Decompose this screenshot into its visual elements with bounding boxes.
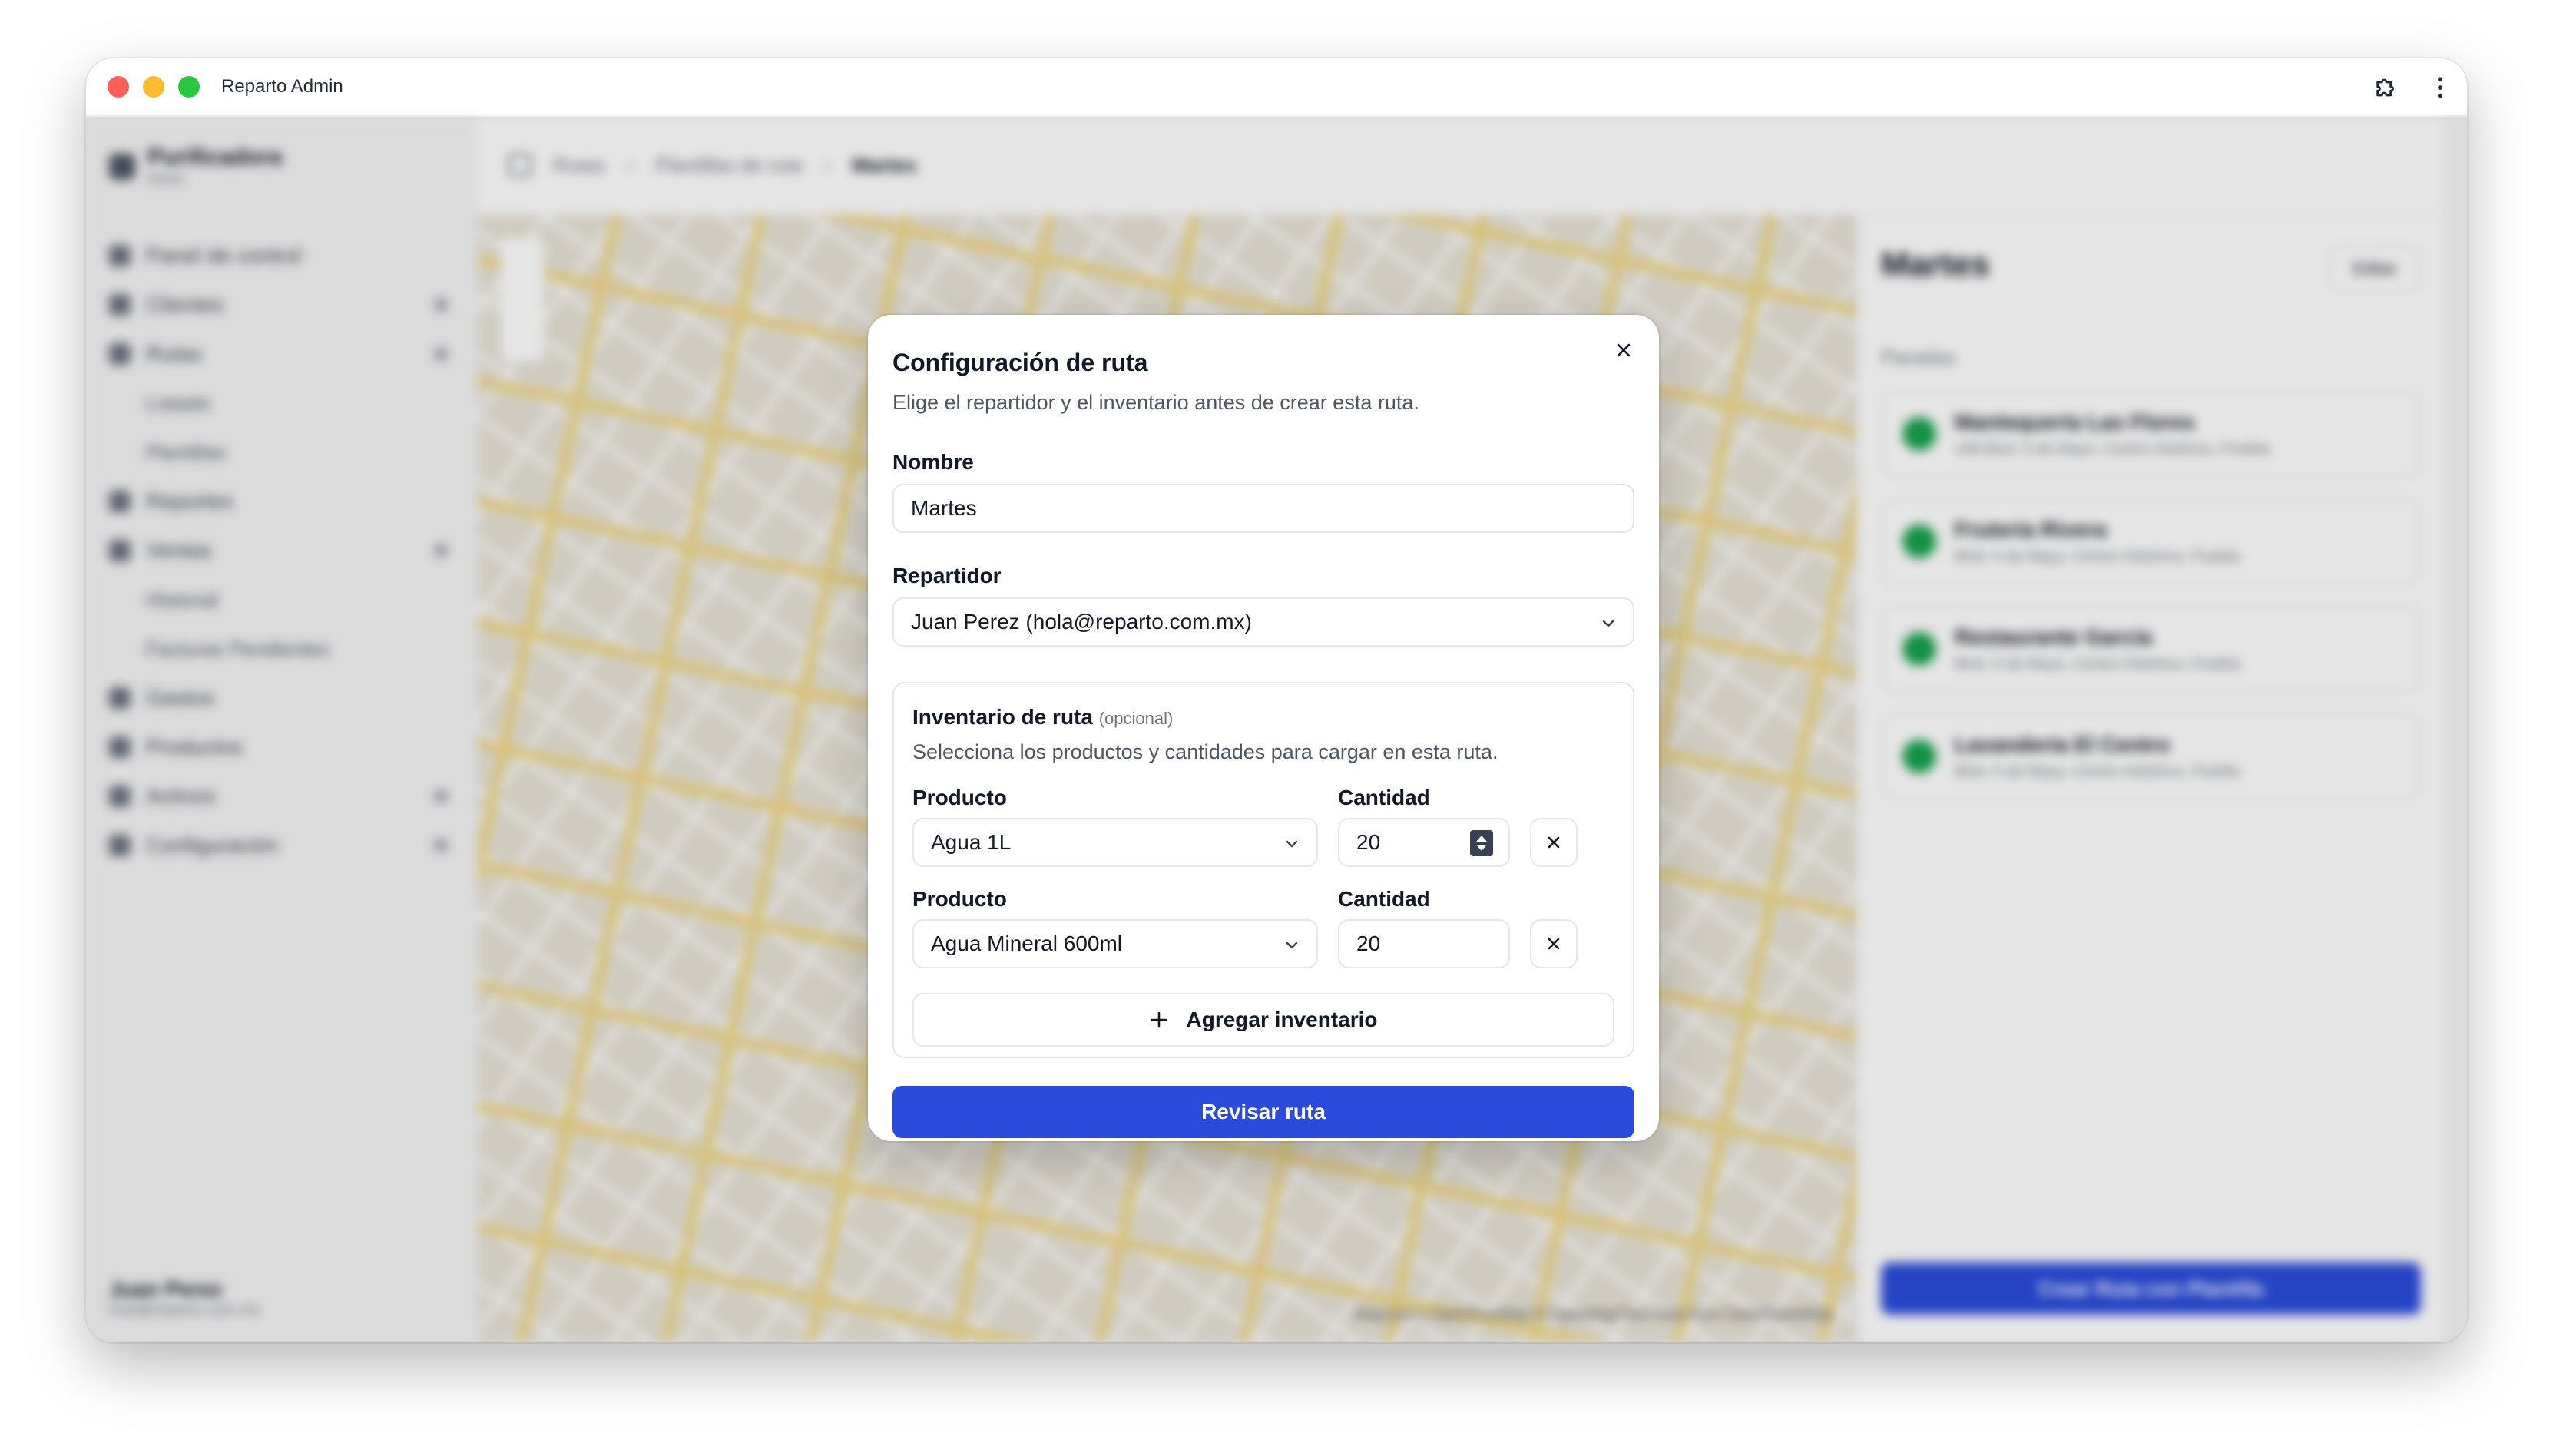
quantity-value: 20 xyxy=(1356,932,1381,955)
window-title: Reparto Admin xyxy=(221,76,343,97)
close-icon xyxy=(1548,938,1560,950)
close-window-button[interactable] xyxy=(108,76,129,98)
quantity-input[interactable]: 20 xyxy=(1338,919,1510,968)
plus-icon xyxy=(1151,1011,1167,1028)
remove-inventory-row-button[interactable] xyxy=(1530,919,1578,968)
window-controls xyxy=(108,76,200,98)
product-label: Producto xyxy=(912,786,1007,809)
product-label: Producto xyxy=(912,887,1007,911)
stepper-arrows-icon[interactable] xyxy=(1470,830,1493,856)
optional-tag: (opcional) xyxy=(1098,709,1174,728)
repartidor-label: Repartidor xyxy=(892,564,1002,587)
more-options-icon[interactable] xyxy=(2436,75,2444,100)
quantity-stepper[interactable]: 20 xyxy=(1338,818,1510,867)
close-dialog-button[interactable] xyxy=(1608,335,1639,366)
remove-inventory-row-button[interactable] xyxy=(1530,818,1578,867)
nombre-value: Martes xyxy=(911,496,977,520)
nombre-input[interactable]: Martes xyxy=(892,484,1634,533)
maximize-window-button[interactable] xyxy=(178,76,200,98)
inventory-title: Inventario de ruta (opcional) xyxy=(912,705,1614,730)
dialog-title: Configuración de ruta xyxy=(892,349,1148,376)
minimize-window-button[interactable] xyxy=(143,76,164,98)
inventory-section: Inventario de ruta (opcional) Selecciona… xyxy=(892,682,1634,1058)
title-bar: Reparto Admin xyxy=(86,58,2467,117)
route-config-dialog: Configuración de ruta Elige el repartido… xyxy=(868,315,1659,1141)
nombre-label: Nombre xyxy=(892,450,974,474)
add-inventory-label: Agregar inventario xyxy=(1186,1008,1378,1031)
repartidor-select[interactable]: Juan Perez (hola@reparto.com.mx) xyxy=(892,597,1634,647)
chevron-down-icon xyxy=(1286,941,1298,949)
inventory-title-text: Inventario de ruta xyxy=(912,705,1093,729)
extension-icon[interactable] xyxy=(2373,74,2399,101)
inventory-row: Producto Agua Mineral 600ml Cantidad 20 xyxy=(912,887,1614,968)
review-route-button[interactable]: Revisar ruta xyxy=(892,1086,1634,1138)
product-value: Agua Mineral 600ml xyxy=(931,932,1123,955)
product-select[interactable]: Agua 1L xyxy=(912,818,1318,867)
product-value: Agua 1L xyxy=(931,830,1012,854)
chevron-down-icon xyxy=(1602,620,1614,627)
quantity-label: Cantidad xyxy=(1338,786,1430,809)
inventory-description: Selecciona los productos y cantidades pa… xyxy=(912,740,1498,763)
repartidor-value: Juan Perez (hola@reparto.com.mx) xyxy=(911,610,1252,634)
inventory-row: Producto Agua 1L Cantidad 20 xyxy=(912,786,1614,867)
close-icon xyxy=(1617,343,1631,357)
product-select[interactable]: Agua Mineral 600ml xyxy=(912,919,1318,968)
review-route-label: Revisar ruta xyxy=(1201,1100,1326,1123)
dialog-description: Elige el repartidor y el inventario ante… xyxy=(892,391,1419,414)
quantity-value: 20 xyxy=(1356,830,1381,854)
chevron-down-icon xyxy=(1286,840,1298,848)
close-icon xyxy=(1548,836,1560,849)
quantity-label: Cantidad xyxy=(1338,887,1430,911)
add-inventory-button[interactable]: Agregar inventario xyxy=(912,993,1614,1047)
